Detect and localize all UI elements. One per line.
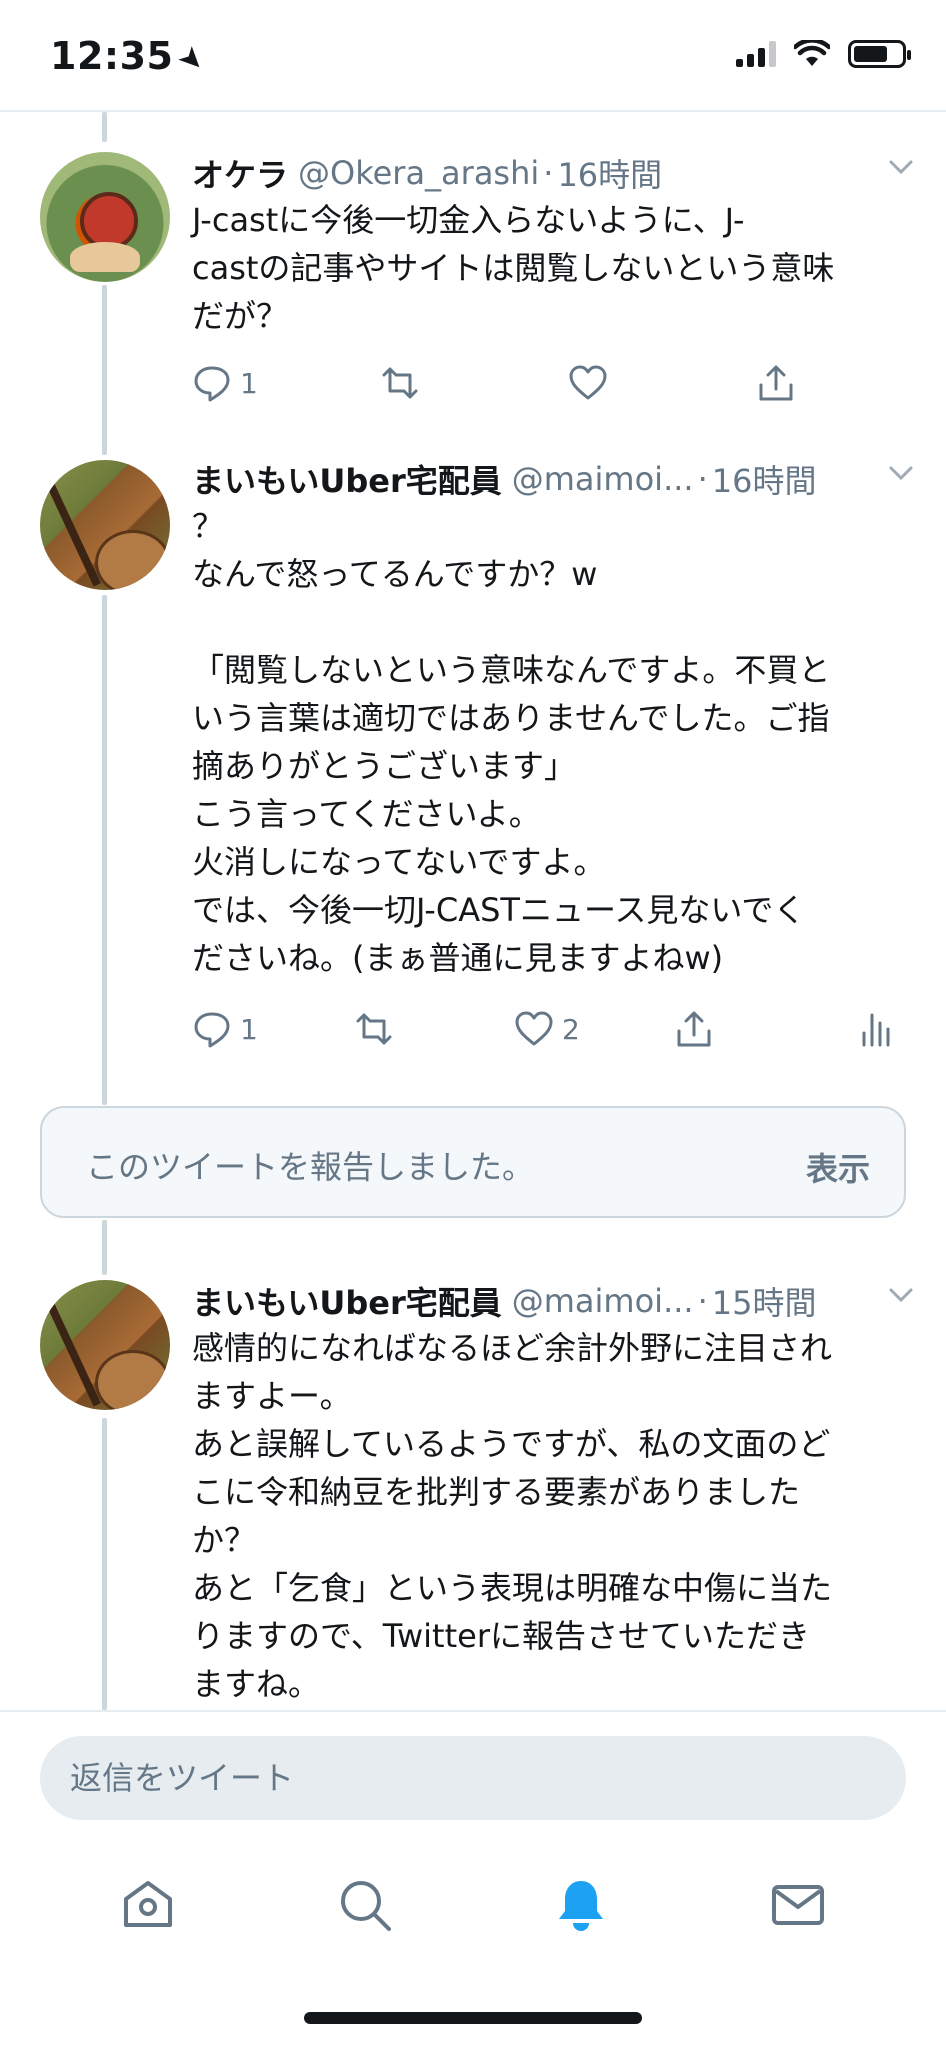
retweet-button[interactable]	[380, 363, 568, 403]
reply-icon	[194, 1012, 230, 1048]
thread-line	[102, 1220, 107, 1275]
heart-icon	[569, 365, 607, 400]
home-indicator[interactable]	[304, 2012, 642, 2024]
tweet-header: オケラ @Okera_arashi · 16時間	[192, 150, 916, 196]
show-tweet-button[interactable]: 表示	[806, 1144, 870, 1190]
share-button[interactable]	[756, 363, 796, 403]
separator-dot: ·	[543, 154, 554, 192]
status-icons	[736, 40, 911, 68]
tweet-author-name[interactable]: まいもいUber宅配員	[192, 456, 502, 502]
tweet-header: まいもいUber宅配員 @maimoi... · 15時間	[192, 1278, 916, 1324]
tweet-actions: 1	[192, 358, 916, 408]
tab-home[interactable]	[113, 1870, 183, 1940]
battery-icon	[848, 40, 911, 68]
analytics-icon	[862, 1013, 890, 1047]
notifications-icon	[559, 1881, 604, 1931]
reply-icon	[194, 366, 230, 402]
reply-button[interactable]: 1	[192, 363, 380, 403]
tweet-text: ？ なんで怒ってるんですか？w 「閲覧しないという意味なんですよ。不買と いう言…	[192, 507, 831, 977]
thread-line	[102, 1418, 107, 1710]
like-button[interactable]	[568, 363, 756, 403]
tweet-time: 15時間	[711, 1284, 817, 1322]
reply-input[interactable]: 返信をツイート	[40, 1736, 906, 1820]
status-bar: 12:35➤	[0, 0, 946, 112]
thread-line	[102, 112, 107, 142]
chevron-down-icon[interactable]	[886, 1280, 916, 1310]
tweet-author-name[interactable]: オケラ	[192, 150, 288, 196]
wifi-icon	[794, 40, 830, 66]
tweet-time: 16時間	[557, 156, 663, 194]
tab-search[interactable]	[330, 1870, 400, 1940]
thread-line	[102, 285, 107, 455]
tweet-text: J-castに今後一切金入らないように、J- castの記事やサイトは閲覧しない…	[192, 201, 835, 335]
chevron-down-icon[interactable]	[886, 152, 916, 182]
reply-button[interactable]: 1	[192, 1009, 354, 1049]
like-button[interactable]: 2	[514, 1009, 674, 1049]
tab-notifications[interactable]	[546, 1870, 616, 1940]
tweet-actions: 1 2	[192, 1004, 916, 1054]
retweet-button[interactable]	[354, 1009, 514, 1049]
tab-bar	[0, 1840, 946, 1970]
tweet-header: まいもいUber宅配員 @maimoi... · 16時間	[192, 456, 916, 502]
retweet-icon	[356, 1013, 392, 1045]
share-icon	[677, 1011, 711, 1047]
tweet-text: 感情的になればなるほど余計外野に注目され ますよー。 あと誤解しているようですが…	[192, 1329, 833, 1703]
reply-bar: 返信をツイート	[0, 1710, 946, 1830]
tweet-author-handle[interactable]: @maimoi...	[512, 1282, 694, 1320]
retweet-icon	[382, 367, 418, 399]
avatar[interactable]	[40, 152, 170, 282]
avatar[interactable]	[40, 1280, 170, 1410]
separator-dot: ·	[697, 1282, 708, 1320]
messages-icon	[771, 1885, 824, 1925]
thread-line	[102, 595, 107, 1105]
cellular-signal-icon	[736, 41, 776, 67]
report-notice-text: このツイートを報告しました。	[86, 1148, 535, 1186]
search-icon	[340, 1881, 391, 1931]
reply-count: 1	[240, 366, 258, 400]
avatar[interactable]	[40, 460, 170, 590]
status-time: 12:35➤	[50, 34, 214, 81]
separator-dot: ·	[697, 460, 708, 498]
tweet-author-handle[interactable]: @maimoi...	[512, 460, 694, 498]
location-arrow-icon: ➤	[170, 38, 214, 81]
analytics-button[interactable]	[856, 1009, 896, 1049]
reply-count: 1	[240, 1012, 258, 1046]
share-button[interactable]	[674, 1009, 856, 1049]
like-count: 2	[562, 1012, 580, 1046]
home-icon	[124, 1881, 173, 1927]
share-icon	[759, 365, 793, 401]
reported-tweet-notice: このツイートを報告しました。 表示	[40, 1106, 906, 1218]
tweet-author-name[interactable]: まいもいUber宅配員	[192, 1278, 502, 1324]
status-time-text: 12:35	[50, 34, 174, 78]
chevron-down-icon[interactable]	[886, 458, 916, 488]
tweet-time: 16時間	[711, 462, 817, 500]
tweet-author-handle[interactable]: @Okera_arashi	[298, 154, 539, 192]
tab-messages[interactable]	[763, 1870, 833, 1940]
heart-icon	[515, 1011, 553, 1046]
